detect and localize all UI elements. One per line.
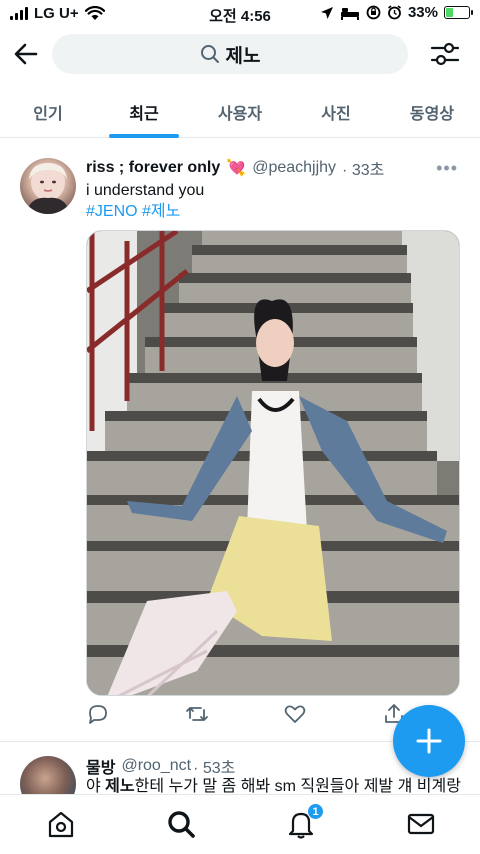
tweet-text: i understand you #JENO #제노 xyxy=(86,180,204,222)
status-right: 33% xyxy=(320,4,473,21)
tweet-time: · 53초 xyxy=(193,760,236,777)
avatar-image xyxy=(26,163,70,214)
search-icon xyxy=(200,45,219,63)
heart-emoji-icon: 💘 xyxy=(226,160,247,177)
search-tabs: 인기 최근 사용자 사진 동영상 xyxy=(0,88,480,138)
tweet-text-prefix: 야 xyxy=(86,778,106,794)
tweet-photo[interactable] xyxy=(86,230,460,696)
tweet-header: 물방 @roo_nct · 53초 xyxy=(86,754,235,778)
tweet-text-highlight: 제노 xyxy=(105,778,135,794)
compose-plus-icon xyxy=(416,728,442,754)
status-bar: LG U+ 오전 4:56 33% xyxy=(0,0,480,28)
tab-latest[interactable]: 최근 xyxy=(96,88,192,137)
tab-videos[interactable]: 동영상 xyxy=(384,88,480,137)
tab-photos[interactable]: 사진 xyxy=(288,88,384,137)
location-arrow-icon xyxy=(320,6,333,19)
tab-people[interactable]: 사용자 xyxy=(192,88,288,137)
search-header: 제노 xyxy=(0,32,480,76)
user-handle[interactable]: @peachjjhy xyxy=(252,159,336,177)
like-icon[interactable] xyxy=(283,702,307,726)
battery-percent: 33% xyxy=(407,4,438,21)
hashtag-link[interactable]: #제노 xyxy=(142,203,180,220)
notifications-tab[interactable]: 1 xyxy=(286,803,324,839)
search-input[interactable]: 제노 xyxy=(52,34,408,74)
tweet[interactable]: riss ; forever only 💘 @peachjjhy · 33초 •… xyxy=(0,146,480,742)
display-name[interactable]: riss ; forever only xyxy=(86,159,220,177)
tweet-body: i understand you xyxy=(86,182,205,199)
rotation-lock-icon xyxy=(366,5,381,20)
tweet-text-suffix: 한테 누가 말 좀 해봐 sm 직원들아 제발 걔 비계랑 xyxy=(134,778,461,794)
retweet-icon[interactable] xyxy=(185,702,209,726)
search-query: 제노 xyxy=(225,45,261,67)
more-icon[interactable]: ••• xyxy=(436,158,458,179)
battery-fill xyxy=(446,8,454,17)
bed-icon xyxy=(340,7,359,20)
bottom-nav: 1 xyxy=(0,794,480,854)
avatar[interactable] xyxy=(20,158,76,214)
avatar[interactable] xyxy=(20,756,76,794)
back-arrow-icon[interactable] xyxy=(12,40,40,68)
tweet-time: · 33초 xyxy=(342,162,385,179)
battery-icon xyxy=(444,6,473,19)
display-name[interactable]: 물방 xyxy=(86,754,115,778)
explore-search-icon[interactable] xyxy=(166,809,196,839)
tweet-header: riss ; forever only 💘 @peachjjhy · 33초 xyxy=(86,156,384,180)
tweet-hashtags: #JENO #제노 xyxy=(86,201,204,222)
tweet-actions xyxy=(86,702,406,730)
settings-sliders-icon[interactable] xyxy=(430,40,460,68)
user-handle[interactable]: @roo_nct xyxy=(121,757,191,775)
home-icon[interactable] xyxy=(46,809,76,839)
tab-top[interactable]: 인기 xyxy=(0,88,96,137)
tweet-text: 야 제노한테 누가 말 좀 해봐 sm 직원들아 제발 걔 비계랑 xyxy=(86,776,461,794)
compose-button[interactable] xyxy=(393,705,465,777)
alarm-icon xyxy=(387,5,401,20)
messages-mail-icon[interactable] xyxy=(406,809,436,839)
reply-icon[interactable] xyxy=(86,702,110,726)
photo-image xyxy=(87,231,459,695)
hashtag-link[interactable]: #JENO xyxy=(86,203,138,220)
notification-badge: 1 xyxy=(307,803,324,820)
